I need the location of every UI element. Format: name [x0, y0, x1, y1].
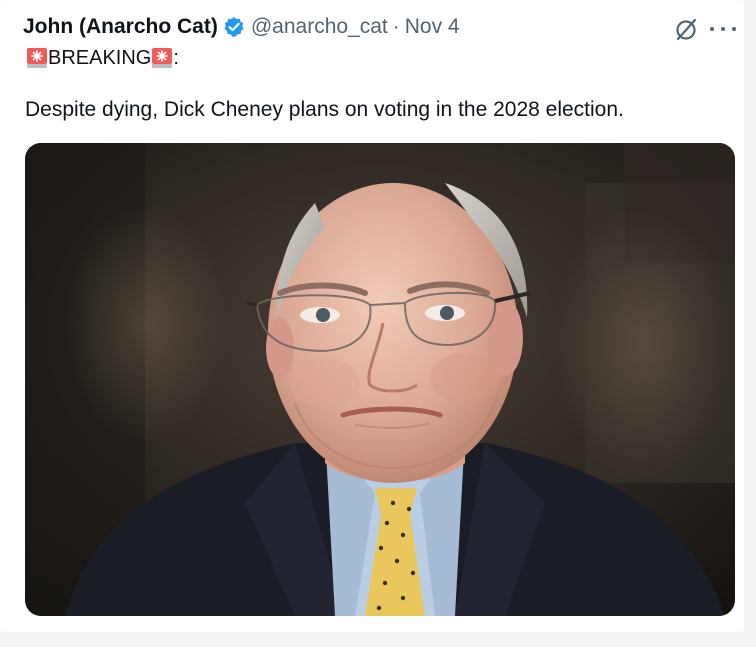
police-siren-emoji-icon — [152, 48, 173, 68]
author-handle[interactable]: @anarcho_cat — [251, 15, 388, 39]
breaking-line: BREAKING : — [26, 44, 179, 72]
header-separator: · — [392, 15, 400, 38]
more-horizontal-icon[interactable] — [710, 16, 736, 42]
tweet-date[interactable]: Nov 4 — [405, 15, 460, 39]
police-siren-emoji-icon — [27, 48, 47, 68]
breaking-label: BREAKING — [48, 46, 152, 69]
tweet-photo[interactable] — [25, 143, 735, 616]
tweet-text: Despite dying, Dick Cheney plans on voti… — [25, 98, 624, 121]
tweet-header: John (Anarcho Cat) @anarcho_cat · Nov 4 — [23, 12, 460, 42]
author-display-name[interactable]: John (Anarcho Cat) — [23, 15, 218, 39]
grok-slash-circle-icon[interactable] — [673, 16, 699, 42]
portrait-photo — [25, 143, 735, 616]
tweet-card[interactable]: John (Anarcho Cat) @anarcho_cat · Nov 4 … — [0, 0, 744, 632]
verified-badge-icon — [224, 17, 244, 37]
breaking-suffix: : — [173, 46, 179, 69]
